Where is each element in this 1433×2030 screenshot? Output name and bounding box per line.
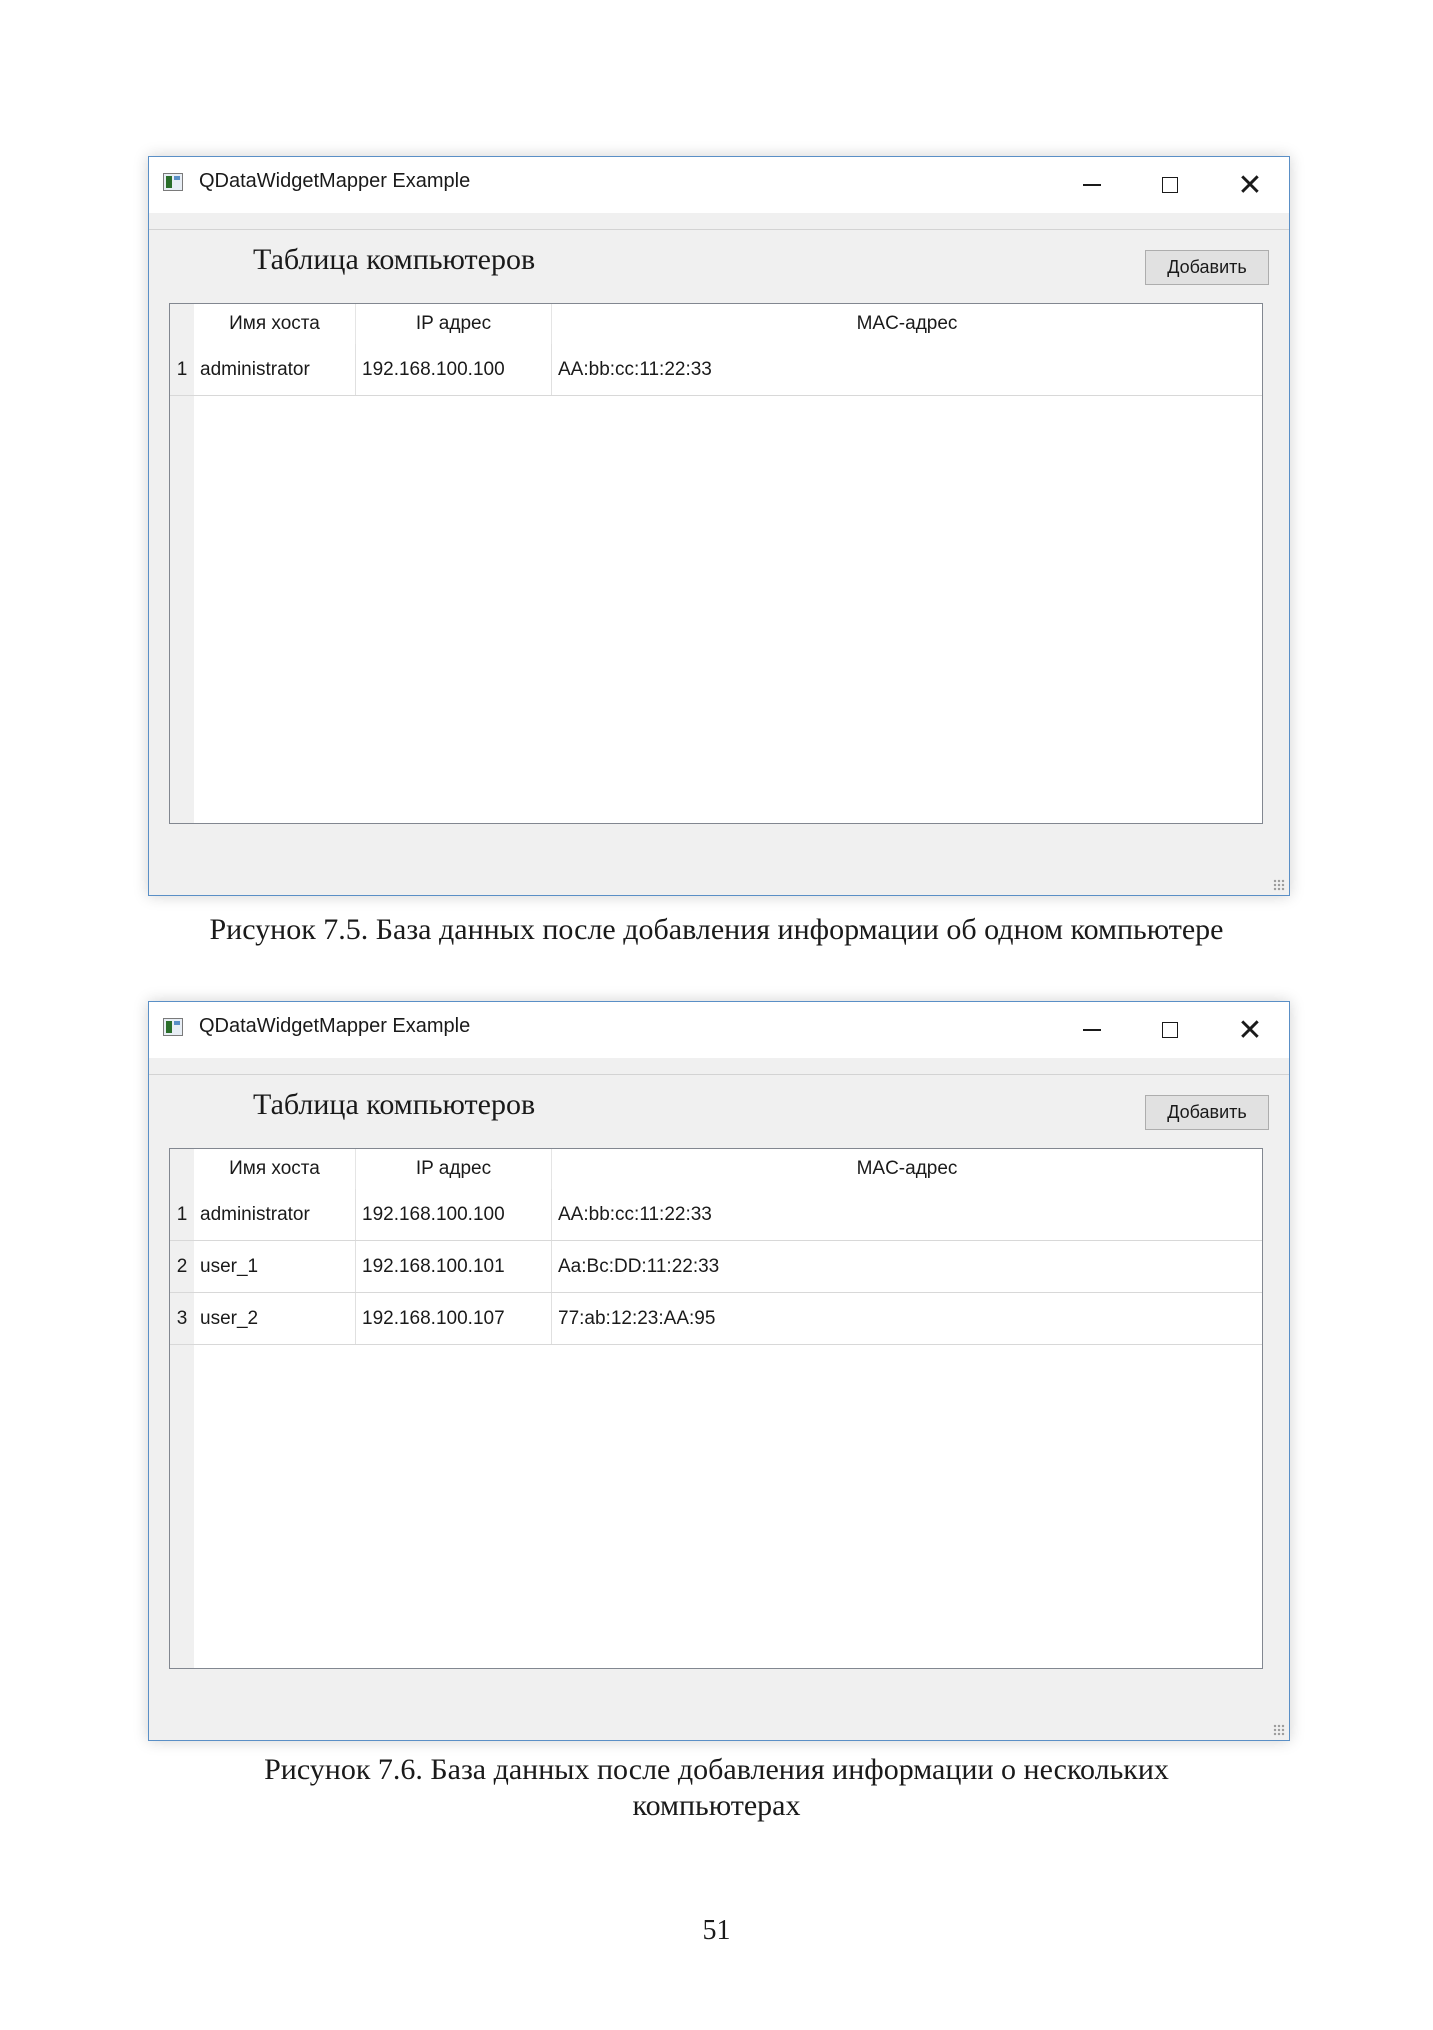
table-header-row: Имя хоста IP адрес MAC-адрес [194,1149,1262,1189]
minimize-icon [1083,1029,1101,1031]
table-header-row: Имя хоста IP адрес MAC-адрес [194,304,1262,344]
cell-ip[interactable]: 192.168.100.100 [356,344,552,395]
app-window-1: QDataWidgetMapper Example ✕ Таблица комп… [148,156,1290,896]
table-row[interactable]: 1 administrator 192.168.100.100 AA:bb:cc… [170,1189,1262,1241]
figure-caption-2-line-1: Рисунок 7.6. База данных после добавлени… [264,1753,1169,1786]
cell-host[interactable]: administrator [194,1189,356,1240]
title-bar: QDataWidgetMapper Example ✕ [149,157,1289,213]
close-icon: ✕ [1237,167,1263,203]
cell-ip[interactable]: 192.168.100.101 [356,1241,552,1292]
add-button[interactable]: Добавить [1145,1095,1269,1130]
maximize-icon [1162,177,1178,193]
cell-mac[interactable]: 77:ab:12:23:AA:95 [552,1293,1262,1344]
row-number[interactable]: 3 [170,1293,194,1344]
computers-table[interactable]: Имя хоста IP адрес MAC-адрес 1 administr… [169,303,1263,824]
close-button[interactable]: ✕ [1211,1002,1289,1058]
row-number[interactable]: 1 [170,1189,194,1240]
row-number[interactable]: 2 [170,1241,194,1292]
maximize-button[interactable] [1131,1002,1209,1058]
column-header-mac[interactable]: MAC-адрес [552,304,1262,344]
close-button[interactable]: ✕ [1211,157,1289,213]
app-window-icon [163,1018,183,1036]
minimize-icon [1083,184,1101,186]
cell-mac[interactable]: AA:bb:cc:11:22:33 [552,1189,1262,1240]
column-header-host[interactable]: Имя хоста [194,1149,356,1189]
minimize-button[interactable] [1053,1002,1131,1058]
minimize-button[interactable] [1053,157,1131,213]
table-heading: Таблица компьютеров [253,243,536,276]
computers-table[interactable]: Имя хоста IP адрес MAC-адрес 1 administr… [169,1148,1263,1669]
maximize-icon [1162,1022,1178,1038]
column-header-ip[interactable]: IP адрес [356,1149,552,1189]
page-number: 51 [702,1915,731,1946]
row-number[interactable]: 1 [170,344,194,395]
table-heading: Таблица компьютеров [253,1088,536,1121]
table-row[interactable]: 3 user_2 192.168.100.107 77:ab:12:23:AA:… [170,1293,1262,1345]
figure-caption-2-line-2: компьютерах [632,1789,801,1822]
cell-mac[interactable]: AA:bb:cc:11:22:33 [552,344,1262,395]
window-title: QDataWidgetMapper Example [199,1015,471,1037]
maximize-button[interactable] [1131,157,1209,213]
cell-ip[interactable]: 192.168.100.100 [356,1189,552,1240]
cell-host[interactable]: user_2 [194,1293,356,1344]
resize-grip-icon[interactable] [1273,1724,1285,1736]
resize-grip-icon[interactable] [1273,879,1285,891]
add-button[interactable]: Добавить [1145,250,1269,285]
table-row[interactable]: 1 administrator 192.168.100.100 AA:bb:cc… [170,344,1262,396]
close-icon: ✕ [1237,1012,1263,1048]
column-header-mac[interactable]: MAC-адрес [552,1149,1262,1189]
figure-caption-2: Рисунок 7.6. База данных после добавлени… [120,1752,1313,1824]
separator [149,1074,1289,1075]
table-row[interactable]: 2 user_1 192.168.100.101 Aa:Bc:DD:11:22:… [170,1241,1262,1293]
window-title: QDataWidgetMapper Example [199,170,471,192]
cell-mac[interactable]: Aa:Bc:DD:11:22:33 [552,1241,1262,1292]
column-header-ip[interactable]: IP адрес [356,304,552,344]
cell-host[interactable]: administrator [194,344,356,395]
figure-caption-1: Рисунок 7.5. База данных после добавлени… [209,913,1224,946]
app-window-icon [163,173,183,191]
cell-host[interactable]: user_1 [194,1241,356,1292]
separator [149,229,1289,230]
title-bar: QDataWidgetMapper Example ✕ [149,1002,1289,1058]
column-header-host[interactable]: Имя хоста [194,304,356,344]
cell-ip[interactable]: 192.168.100.107 [356,1293,552,1344]
app-window-2: QDataWidgetMapper Example ✕ Таблица комп… [148,1001,1290,1741]
